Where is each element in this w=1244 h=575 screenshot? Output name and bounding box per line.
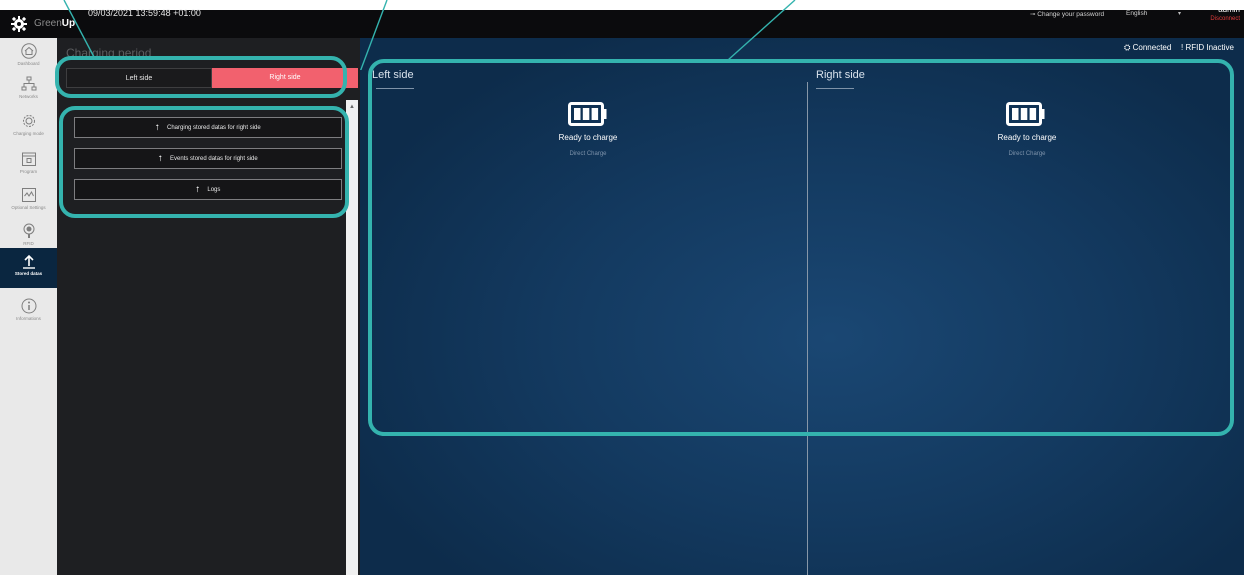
gear-icon [22,115,35,127]
sidebar-item-label: Informations [16,316,41,321]
calendar-icon [21,152,36,166]
sidebar-item-networks[interactable]: Networks [0,71,57,113]
info-icon [21,298,36,314]
sidebar-item-label: Program [19,169,38,174]
sidebar-item-label: Stored datas [14,271,43,276]
sidebar-nav: Dashboard Networks Charging mode Program… [0,38,57,575]
rfid-icon [23,223,34,238]
settings-panel-icon [21,188,36,202]
sidebar-item-label: RFID [23,241,34,246]
sidebar-item-label: Networks [19,94,38,99]
callout-pointer-lines [63,0,796,70]
upload-icon [22,254,35,269]
sidebar-item-stored-datas[interactable]: Stored datas [0,248,57,288]
sidebar-item-label: Optional Settings [11,205,46,210]
scroll-up-icon[interactable]: ▲ [349,104,355,110]
sidebar-item-charging-mode[interactable]: Charging mode [0,108,57,150]
callout-download-buttons [59,106,349,218]
sidebar-item-informations[interactable]: Informations [0,293,57,335]
network-icon [21,76,36,91]
sidebar-item-label: Charging mode [13,131,44,136]
callout-status-area [368,59,1234,436]
